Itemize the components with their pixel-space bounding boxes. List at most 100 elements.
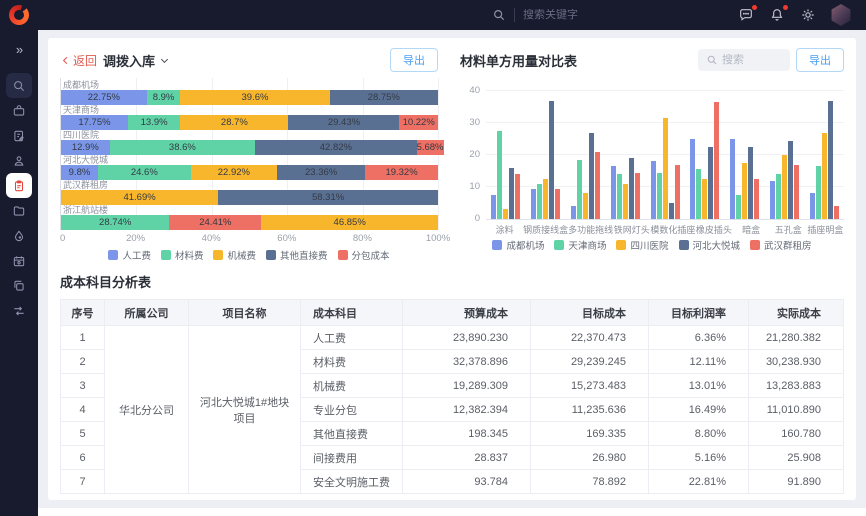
bar (788, 141, 793, 219)
settings-button[interactable] (799, 6, 817, 24)
chart-search-input[interactable] (722, 54, 780, 66)
logo-icon (9, 5, 29, 25)
sidebar-item-copy[interactable] (6, 273, 32, 298)
data-cell: 30,238.930 (749, 350, 844, 374)
data-cell: 23,890.230 (403, 326, 531, 350)
chevron-down-icon (159, 55, 170, 66)
sidebar-expand-button[interactable]: » (16, 42, 22, 57)
top-header (0, 0, 866, 30)
table-row: 1华北分公司河北大悦城1#地块项目人工费23,890.23022,370.473… (61, 326, 844, 350)
data-cell: 32,378.896 (403, 350, 531, 374)
data-cell: 11,010.890 (749, 398, 844, 422)
sidebar-item-clipboard[interactable] (6, 173, 32, 198)
legend-item[interactable]: 河北大悦城 (679, 238, 741, 252)
bar (515, 174, 520, 219)
segment-value-label: 19.32% (385, 167, 417, 178)
data-cell: 91.890 (749, 470, 844, 494)
chart-sections: 返回 调拨入库 导出 成都机场22.75%8.9%39.6%28.75%天津商场… (60, 48, 844, 262)
bar (776, 174, 781, 219)
bar (714, 102, 719, 219)
data-cell: 其他直接费 (301, 422, 403, 446)
sidebar-item-bank[interactable] (6, 98, 32, 123)
segment-value-label: 22.92% (218, 167, 250, 178)
segment-value-label: 58.31% (312, 192, 344, 203)
sidebar-item-transfer[interactable] (6, 298, 32, 323)
cost-table-section: 成本科目分析表 序号所属公司项目名称成本科目预算成本目标成本目标利润率实际成本 … (60, 272, 844, 494)
legend-label: 四川医院 (630, 238, 668, 252)
app-logo[interactable] (0, 0, 38, 30)
stacked-chart-section: 返回 调拨入库 导出 成都机场22.75%8.9%39.6%28.75%天津商场… (60, 48, 438, 262)
bar-segment: 41.69% (61, 190, 218, 205)
sidebar-item-droplet[interactable] (6, 223, 32, 248)
legend-item[interactable]: 其他直接费 (266, 248, 328, 262)
bar (617, 174, 622, 219)
bar (543, 179, 548, 219)
bar (635, 173, 640, 219)
legend-item[interactable]: 四川医院 (616, 238, 668, 252)
legend-item[interactable]: 武汉群租房 (750, 238, 812, 252)
legend-item[interactable]: 天津商场 (554, 238, 606, 252)
legend-label: 河北大悦城 (693, 238, 741, 252)
bar-segment: 10.22% (399, 115, 438, 130)
bar-segment: 46.85% (261, 215, 438, 230)
message-icon (738, 7, 754, 23)
global-search[interactable] (492, 8, 633, 22)
stacked-bar: 28.74%24.41%46.85% (61, 215, 438, 230)
global-search-input[interactable] (523, 9, 633, 21)
data-cell: 8.80% (649, 422, 749, 446)
bar-segment: 38.6% (110, 140, 256, 155)
sidebar-item-document-edit[interactable] (6, 123, 32, 148)
legend-item[interactable]: 分包成本 (338, 248, 390, 262)
content-canvas: 返回 调拨入库 导出 成都机场22.75%8.9%39.6%28.75%天津商场… (38, 30, 866, 508)
bar-segment: 39.6% (180, 90, 329, 105)
bar-group (526, 92, 566, 219)
sidebar-item-search[interactable] (6, 73, 32, 98)
back-link[interactable]: 返回 (60, 52, 97, 69)
segment-value-label: 28.7% (221, 117, 248, 128)
bar (657, 173, 662, 219)
table-head: 序号所属公司项目名称成本科目预算成本目标成本目标利润率实际成本 (61, 300, 844, 326)
grouped-chart-wrap: 010203040 (460, 78, 844, 220)
bar (770, 181, 775, 219)
column-header: 预算成本 (403, 300, 531, 326)
bar (708, 147, 713, 219)
x-tick-label: 60% (277, 233, 296, 244)
legend-label: 其他直接费 (280, 248, 328, 262)
messages-button[interactable] (737, 6, 755, 24)
data-cell: 11,235.636 (531, 398, 649, 422)
bar-segment: 5.68% (417, 140, 444, 155)
category-label: 成都机场 (61, 80, 438, 90)
segment-value-label: 38.6% (169, 142, 196, 153)
bar (531, 189, 536, 219)
data-cell: 6.36% (649, 326, 749, 350)
stacked-chart-legend: 人工费材料费机械费 其他直接费分包成本 (60, 248, 438, 262)
sidebar-item-calendar-settings[interactable] (6, 248, 32, 273)
page-title: 调拨入库 (103, 51, 155, 70)
user-avatar[interactable] (830, 4, 852, 26)
export-button-right[interactable]: 导出 (796, 48, 844, 72)
sidebar-item-folder[interactable] (6, 198, 32, 223)
sidebar-item-user[interactable] (6, 148, 32, 173)
page-title-dropdown[interactable]: 调拨入库 (103, 51, 170, 70)
segment-value-label: 29.43% (328, 117, 360, 128)
bar (828, 101, 833, 219)
export-button-left[interactable]: 导出 (390, 48, 438, 72)
legend-swatch (266, 250, 276, 260)
segment-value-label: 8.9% (153, 92, 175, 103)
legend-item[interactable]: 成都机场 (492, 238, 544, 252)
bar (549, 101, 554, 219)
legend-item[interactable]: 人工费 (108, 248, 151, 262)
legend-swatch (554, 240, 564, 250)
chart-search[interactable] (698, 49, 790, 71)
notifications-button[interactable] (768, 6, 786, 24)
x-category-label: 多功能拖线 (568, 223, 613, 236)
legend-item[interactable]: 材料费 (161, 248, 204, 262)
row-index-cell: 6 (61, 446, 105, 470)
row-index-cell: 5 (61, 422, 105, 446)
legend-item[interactable]: 机械费 (213, 248, 256, 262)
bar (491, 195, 496, 219)
column-header: 成本科目 (301, 300, 403, 326)
x-tick-label: 80% (353, 233, 372, 244)
bar (577, 160, 582, 219)
bar (497, 131, 502, 219)
